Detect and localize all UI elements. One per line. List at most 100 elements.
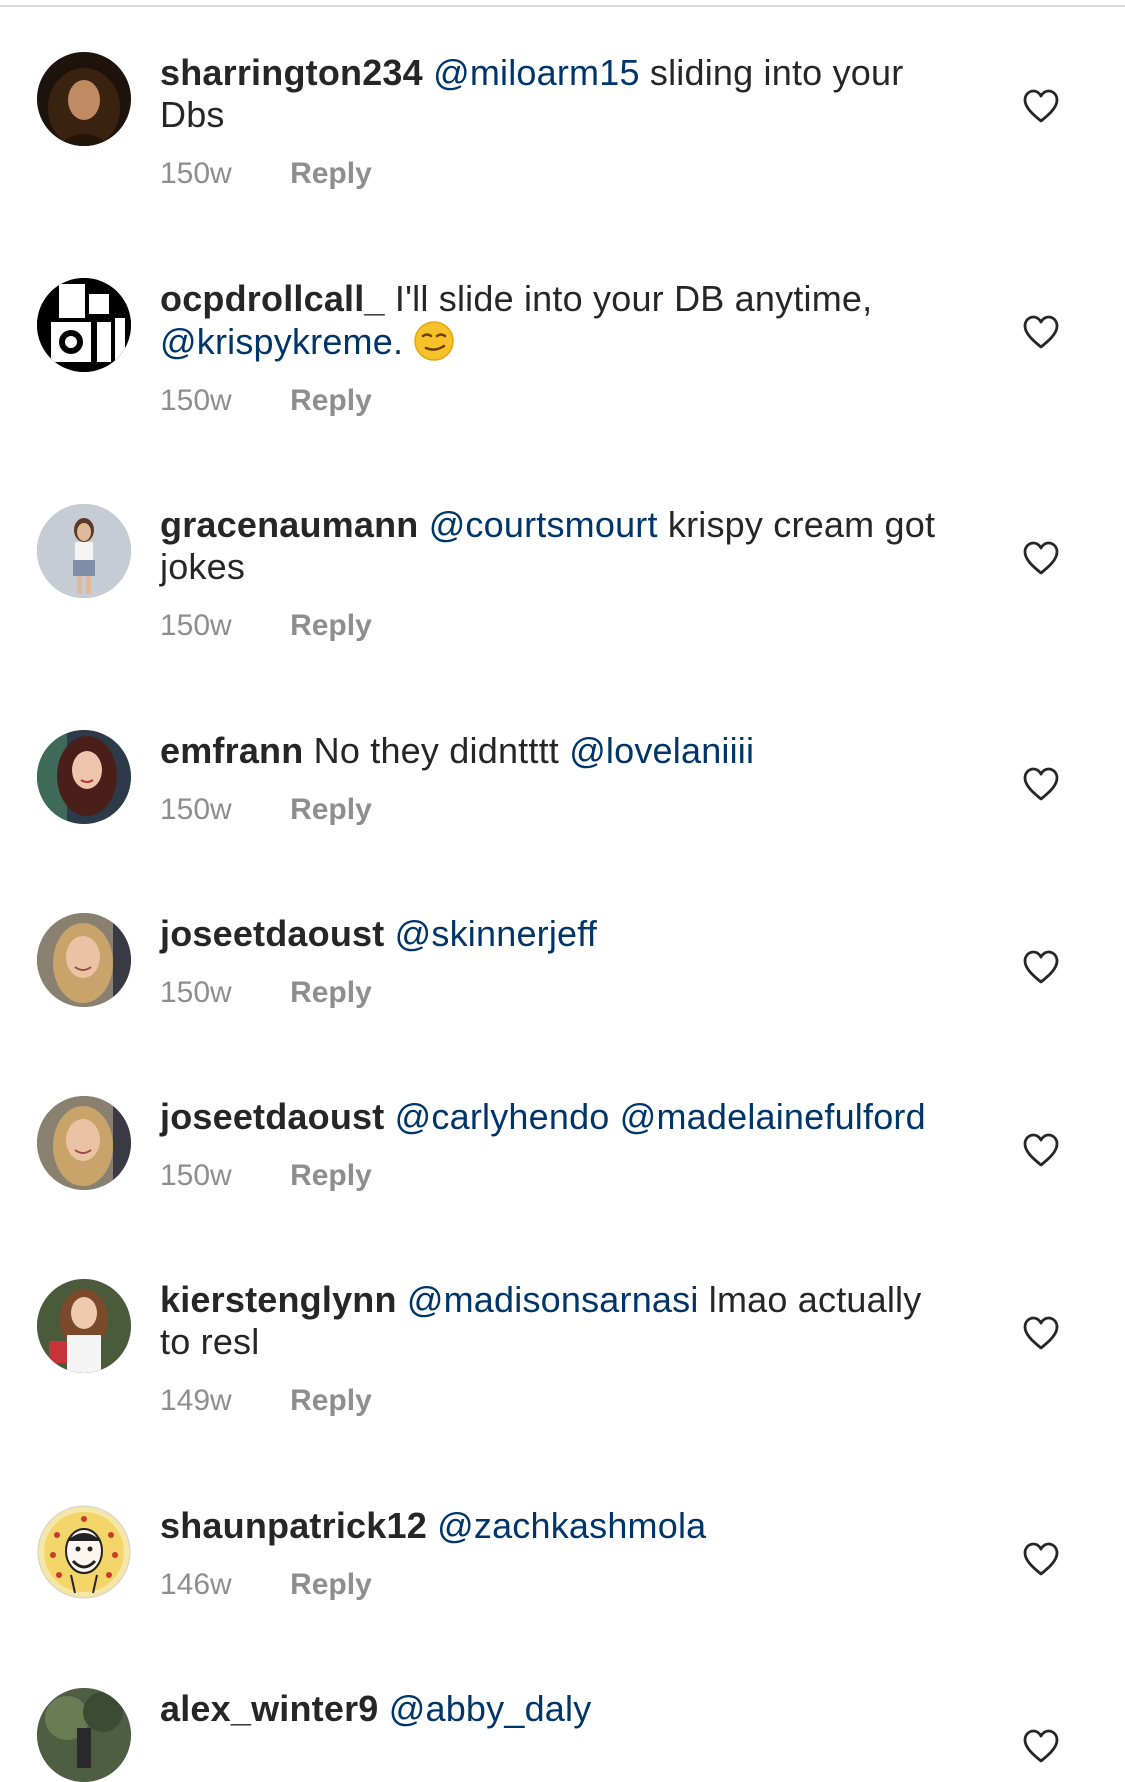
comment-body: joseetdaoust @skinnerjeff 150w Reply: [160, 913, 960, 1011]
avatar[interactable]: [37, 1279, 131, 1373]
comment-username[interactable]: joseetdaoust: [160, 913, 384, 954]
avatar-photo-icon: [37, 730, 131, 824]
avatar-logo-icon: [37, 278, 131, 372]
avatar[interactable]: [37, 1505, 131, 1599]
avatar-photo-icon: [37, 1096, 131, 1190]
comment-username[interactable]: ocpdrollcall_: [160, 278, 385, 319]
comment-body: emfrann No they didntttt @lovelaniiii 15…: [160, 730, 960, 828]
like-button[interactable]: [1022, 1728, 1060, 1764]
comment-time: 150w: [160, 1159, 232, 1192]
comment-username[interactable]: joseetdaoust: [160, 1096, 384, 1137]
like-button[interactable]: [1022, 1315, 1060, 1351]
heart-outline-icon: [1023, 950, 1059, 984]
avatar-photo-icon: [37, 1279, 131, 1373]
comment-body: joseetdaoust @carlyhendo @madelainefulfo…: [160, 1096, 960, 1194]
comment-mention[interactable]: @miloarm15: [433, 52, 640, 93]
comment-body: gracenaumann @courtsmourt krispy cream g…: [160, 504, 960, 644]
comment-text: joseetdaoust @carlyhendo @madelainefulfo…: [160, 1096, 960, 1138]
heart-outline-icon: [1023, 1729, 1059, 1763]
comment-time: 149w: [160, 1384, 232, 1417]
comment-body: sharrington234 @miloarm15 sliding into y…: [160, 52, 960, 192]
comment-mention[interactable]: @carlyhendo @madelainefulford: [395, 1096, 926, 1137]
comment-mention[interactable]: @madisonsarnasi: [407, 1279, 699, 1320]
comment-time: 150w: [160, 384, 232, 417]
reply-button[interactable]: Reply: [290, 1568, 372, 1601]
comment-username[interactable]: kierstenglynn: [160, 1279, 397, 1320]
comment-mention[interactable]: @abby_daly: [389, 1688, 592, 1729]
heart-outline-icon: [1023, 1133, 1059, 1167]
reply-button[interactable]: Reply: [290, 793, 372, 826]
comment-message: No they didntttt: [313, 730, 559, 771]
comment-time: 150w: [160, 609, 232, 642]
comment-text: sharrington234 @miloarm15 sliding into y…: [160, 52, 960, 136]
comment-username[interactable]: gracenaumann: [160, 504, 418, 545]
like-button[interactable]: [1022, 1541, 1060, 1577]
reply-button[interactable]: Reply: [290, 609, 372, 642]
comment-text: shaunpatrick12 @zachkashmola: [160, 1505, 960, 1547]
like-button[interactable]: [1022, 766, 1060, 802]
heart-outline-icon: [1023, 767, 1059, 801]
comment-username[interactable]: sharrington234: [160, 52, 423, 93]
comment-meta: 146w Reply: [160, 1567, 960, 1603]
comment-meta: 149w Reply: [160, 1383, 960, 1419]
comment-time: 150w: [160, 157, 232, 190]
avatar-photo-icon: [37, 1688, 131, 1782]
top-divider: [0, 5, 1125, 7]
comment-text: joseetdaoust @skinnerjeff: [160, 913, 960, 955]
avatar-portrait-icon: [37, 52, 131, 146]
comment-time: 150w: [160, 793, 232, 826]
reply-button[interactable]: Reply: [290, 1159, 372, 1192]
avatar-photo-icon: [37, 913, 131, 1007]
comment-text: emfrann No they didntttt @lovelaniiii: [160, 730, 960, 772]
heart-outline-icon: [1023, 89, 1059, 123]
comment-meta: 150w Reply: [160, 383, 960, 419]
smirking-face-icon: [413, 320, 455, 362]
comment-time: 150w: [160, 976, 232, 1009]
comment-meta: 150w Reply: [160, 1158, 960, 1194]
comment-meta: 150w Reply: [160, 608, 960, 644]
like-button[interactable]: [1022, 540, 1060, 576]
reply-button[interactable]: Reply: [290, 157, 372, 190]
like-button[interactable]: [1022, 314, 1060, 350]
comment-meta: 150w Reply: [160, 156, 960, 192]
comment-body: ocpdrollcall_ I'll slide into your DB an…: [160, 278, 960, 419]
reply-button[interactable]: Reply: [290, 1384, 372, 1417]
comment-message: I'll slide into your DB anytime,: [394, 278, 873, 319]
comment-text: gracenaumann @courtsmourt krispy cream g…: [160, 504, 960, 588]
comment-mention[interactable]: @lovelaniiii: [569, 730, 754, 771]
comment-mention[interactable]: @courtsmourt: [429, 504, 658, 545]
comment-body: alex_winter9 @abby_daly: [160, 1688, 960, 1730]
comment-mention[interactable]: @zachkashmola: [437, 1505, 706, 1546]
avatar[interactable]: [37, 504, 131, 598]
avatar-photo-icon: [37, 504, 131, 598]
heart-outline-icon: [1023, 1316, 1059, 1350]
comment-mention[interactable]: @krispykreme.: [160, 321, 403, 362]
avatar-cartoon-icon: [37, 1505, 131, 1599]
avatar[interactable]: [37, 1096, 131, 1190]
comment-text: kierstenglynn @madisonsarnasi lmao actua…: [160, 1279, 960, 1363]
comment-username[interactable]: emfrann: [160, 730, 303, 771]
reply-button[interactable]: Reply: [290, 976, 372, 1009]
avatar[interactable]: [37, 730, 131, 824]
comment-body: shaunpatrick12 @zachkashmola 146w Reply: [160, 1505, 960, 1603]
like-button[interactable]: [1022, 949, 1060, 985]
heart-outline-icon: [1023, 315, 1059, 349]
avatar[interactable]: [37, 278, 131, 372]
comment-username[interactable]: shaunpatrick12: [160, 1505, 427, 1546]
comment-meta: 150w Reply: [160, 792, 960, 828]
comment-body: kierstenglynn @madisonsarnasi lmao actua…: [160, 1279, 960, 1419]
reply-button[interactable]: Reply: [290, 384, 372, 417]
comment-time: 146w: [160, 1568, 232, 1601]
avatar[interactable]: [37, 913, 131, 1007]
avatar[interactable]: [37, 1688, 131, 1782]
avatar[interactable]: [37, 52, 131, 146]
comment-meta: 150w Reply: [160, 975, 960, 1011]
comment-text: ocpdrollcall_ I'll slide into your DB an…: [160, 278, 960, 363]
comment-mention[interactable]: @skinnerjeff: [395, 913, 597, 954]
like-button[interactable]: [1022, 1132, 1060, 1168]
like-button[interactable]: [1022, 88, 1060, 124]
comment-text: alex_winter9 @abby_daly: [160, 1688, 960, 1730]
comment-username[interactable]: alex_winter9: [160, 1688, 379, 1729]
heart-outline-icon: [1023, 541, 1059, 575]
heart-outline-icon: [1023, 1542, 1059, 1576]
